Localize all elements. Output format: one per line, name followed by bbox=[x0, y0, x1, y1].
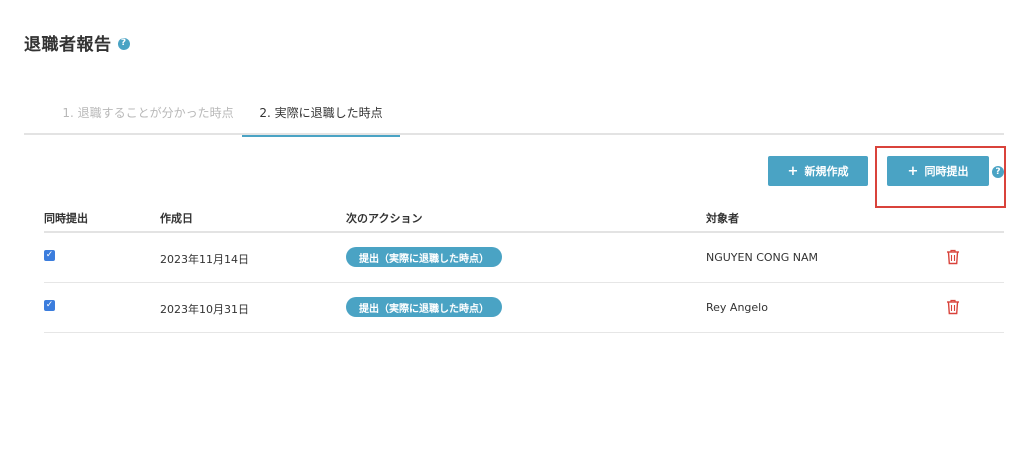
reports-table: 同時提出 作成日 次のアクション 対象者 ✓ 2023年11月14日 提出（実際… bbox=[44, 200, 1004, 333]
column-header-simultaneous: 同時提出 bbox=[44, 212, 88, 225]
page-title-text: 退職者報告 bbox=[24, 35, 112, 55]
column-header-created: 作成日 bbox=[160, 212, 193, 225]
row-checkbox[interactable]: ✓ bbox=[44, 250, 55, 261]
column-header-target-person: 対象者 bbox=[706, 212, 739, 225]
created-date: 2023年11月14日 bbox=[160, 253, 249, 266]
help-icon[interactable]: ? bbox=[992, 166, 1004, 178]
plus-icon: + bbox=[907, 163, 919, 179]
tab-known-retirement[interactable]: 1. 退職することが分かった時点 bbox=[48, 90, 248, 135]
tab-bar: 1. 退職することが分かった時点 2. 実際に退職した時点 bbox=[24, 90, 1004, 137]
column-header-next-action: 次のアクション bbox=[346, 212, 423, 225]
trash-icon[interactable] bbox=[946, 249, 960, 265]
page-title: 退職者報告 ? bbox=[24, 30, 130, 55]
target-person: NGUYEN CONG NAM bbox=[706, 251, 819, 264]
simultaneous-submit-button[interactable]: + 同時提出 bbox=[887, 156, 989, 186]
new-create-button[interactable]: + 新規作成 bbox=[768, 156, 868, 186]
help-icon[interactable]: ? bbox=[117, 37, 130, 50]
next-action-badge[interactable]: 提出（実際に退職した時点） bbox=[346, 247, 502, 267]
simultaneous-submit-label: 同時提出 bbox=[924, 165, 969, 178]
table-row: ✓ 2023年10月31日 提出（実際に退職した時点） Rey Angelo bbox=[44, 283, 1004, 333]
table-row: ✓ 2023年11月14日 提出（実際に退職した時点） NGUYEN CONG … bbox=[44, 233, 1004, 283]
trash-icon[interactable] bbox=[946, 299, 960, 315]
next-action-badge[interactable]: 提出（実際に退職した時点） bbox=[346, 297, 502, 317]
new-create-label: 新規作成 bbox=[804, 165, 849, 178]
row-checkbox[interactable]: ✓ bbox=[44, 300, 55, 311]
target-person: Rey Angelo bbox=[706, 301, 768, 314]
created-date: 2023年10月31日 bbox=[160, 303, 249, 316]
plus-icon: + bbox=[787, 163, 799, 179]
tab-actual-retirement[interactable]: 2. 実際に退職した時点 bbox=[242, 90, 400, 137]
table-header: 同時提出 作成日 次のアクション 対象者 bbox=[44, 200, 1004, 233]
